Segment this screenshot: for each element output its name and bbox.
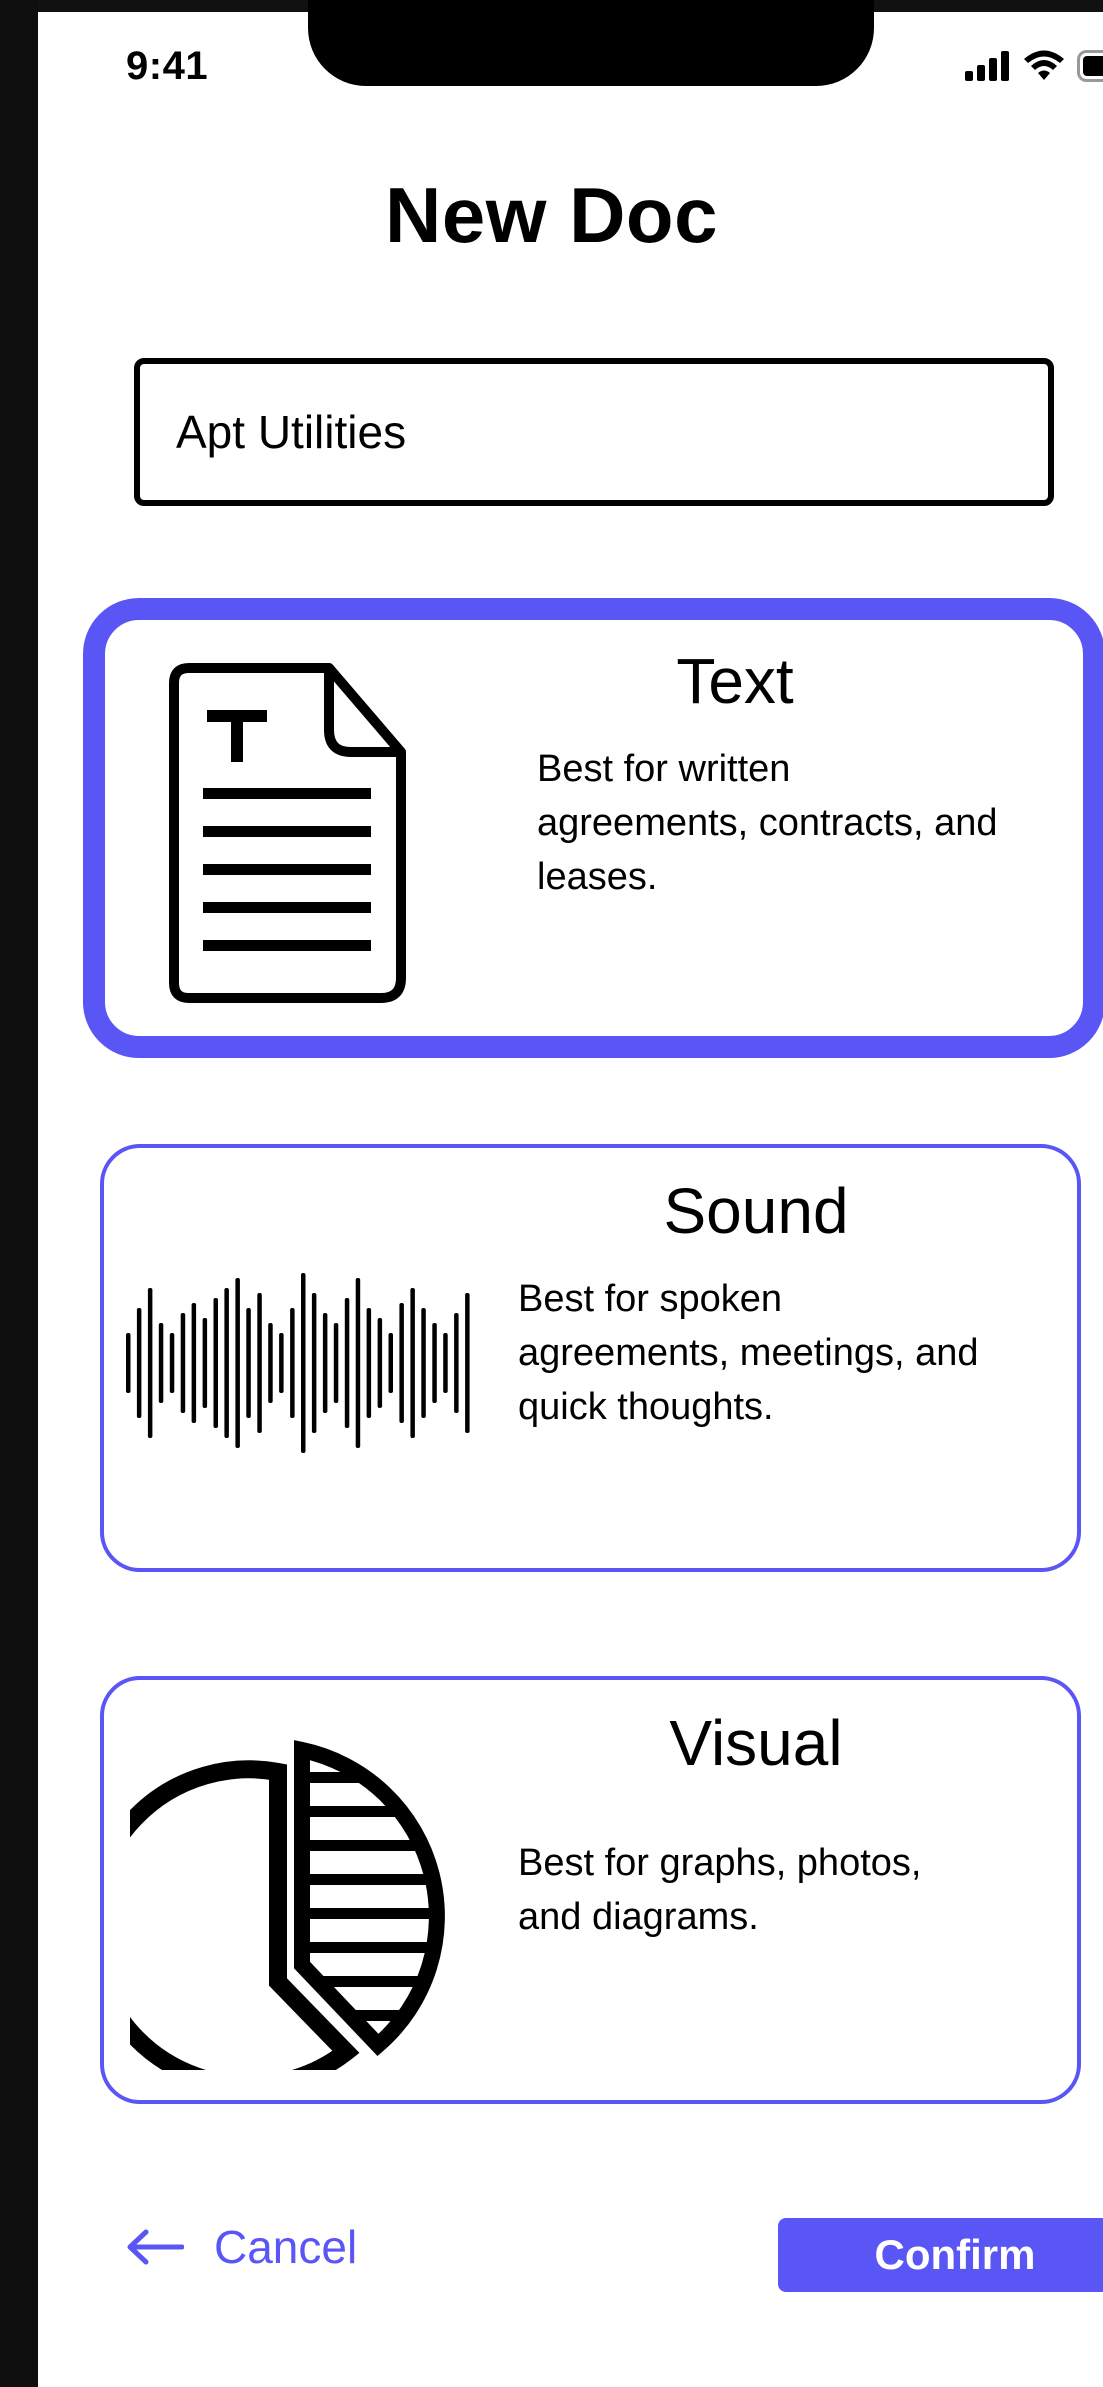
doc-name-input[interactable] <box>134 358 1054 506</box>
text-document-icon <box>169 663 406 1003</box>
card-description: Best for spoken agreements, meetings, an… <box>518 1278 979 1428</box>
sound-wave-bar <box>279 1333 284 1393</box>
sound-wave-bar <box>213 1298 218 1428</box>
sound-wave-bar <box>136 1308 142 1418</box>
sound-wave-icon <box>126 1273 470 1453</box>
sound-wave-bar <box>246 1308 251 1418</box>
sound-wave-bar <box>410 1288 415 1438</box>
device-notch <box>308 0 874 86</box>
status-icons <box>965 50 1103 82</box>
doc-type-card-sound[interactable]: Sound Best for spoken agreements, meetin… <box>100 1144 1081 1572</box>
sound-wave-bar <box>202 1318 208 1408</box>
signal-icon <box>965 51 1009 81</box>
sound-wave-bar <box>333 1323 339 1403</box>
sound-wave-bar <box>235 1278 240 1448</box>
doc-type-card-visual[interactable]: Visual Best for graphs, photos, and diag… <box>100 1676 1081 2104</box>
sound-wave-bar <box>443 1333 448 1393</box>
sound-wave-bar <box>366 1308 372 1418</box>
sound-wave-bar <box>180 1313 186 1413</box>
sound-wave-bar <box>191 1303 197 1423</box>
sound-wave-bar <box>421 1308 426 1418</box>
phone-screen: 9:41 New Doc Apt Utilities Text Best for… <box>38 0 1103 2387</box>
sound-wave-bar <box>454 1313 459 1413</box>
cancel-label: Cancel <box>214 2221 358 2273</box>
card-title: Text <box>676 645 794 717</box>
sound-wave-bar <box>399 1303 404 1423</box>
card-description: Best for graphs, photos, and diagrams. <box>518 1842 922 1938</box>
status-time: 9:41 <box>126 44 209 88</box>
doc-type-card-text[interactable]: Text Best for written agreements, contra… <box>83 598 1103 1058</box>
battery-icon <box>1077 50 1103 82</box>
sound-wave-bar <box>147 1288 153 1438</box>
arrow-left-icon <box>127 2229 184 2265</box>
sound-wave-bar <box>344 1298 350 1428</box>
sound-wave-bar <box>301 1273 306 1453</box>
sound-wave-bar <box>311 1293 317 1433</box>
card-title: Sound <box>663 1175 849 1247</box>
sound-wave-bar <box>268 1323 273 1403</box>
sound-wave-bar <box>388 1333 393 1393</box>
sound-wave-bar <box>158 1323 164 1403</box>
sound-wave-bar <box>465 1293 470 1433</box>
wifi-icon <box>1024 50 1064 80</box>
sound-wave-bar <box>432 1323 437 1403</box>
sound-wave-bar <box>322 1313 328 1413</box>
card-title: Visual <box>669 1707 843 1779</box>
cancel-button[interactable]: Cancel <box>126 2220 357 2274</box>
sound-wave-bar <box>257 1293 262 1433</box>
sound-wave-bar <box>126 1333 131 1393</box>
sound-wave-bar <box>169 1333 175 1393</box>
card-description: Best for written agreements, contracts, … <box>537 748 998 898</box>
sound-wave-bar <box>355 1278 361 1448</box>
sound-wave-bar <box>224 1288 229 1438</box>
sound-wave-bar <box>377 1318 383 1408</box>
sound-wave-bar <box>290 1308 295 1418</box>
confirm-button[interactable]: Confirm <box>778 2218 1103 2292</box>
pie-chart-icon <box>130 1740 445 2070</box>
page-title: New Doc <box>385 171 718 259</box>
